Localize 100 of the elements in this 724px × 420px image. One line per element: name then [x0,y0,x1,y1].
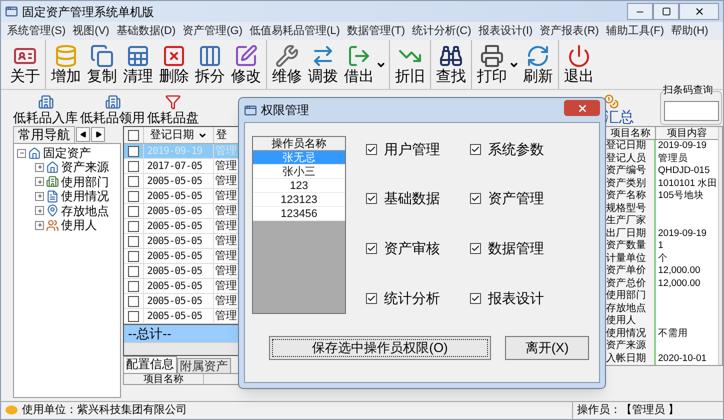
grid-row[interactable]: 2005-05-05 管理 [124,294,238,309]
barcode-input[interactable] [664,101,719,121]
row-checkbox[interactable] [128,220,139,232]
permission-checkbox[interactable]: 资产审核 [366,240,440,258]
checkbox[interactable] [470,144,481,154]
nav-tab[interactable]: 常用导航 [13,126,75,143]
permission-checkbox[interactable]: 用户管理 [366,140,440,158]
row-checkbox[interactable] [128,310,139,322]
checkbox[interactable] [366,292,377,304]
checkbox[interactable] [366,193,377,204]
grid-row[interactable]: 2005-05-05 管理 [124,234,238,249]
window-title: 固定资产管理系统单机版 [22,4,154,20]
operator-item[interactable]: 123 [253,179,345,193]
row-checkbox[interactable] [128,160,139,172]
save-button[interactable]: 保存选中操作员权限(O) [269,336,491,360]
toolbar-button[interactable]: 打印 [475,40,519,88]
check-icon [471,194,480,204]
horizontal-scrollbar[interactable] [124,342,238,355]
tree-toggle[interactable] [35,162,44,172]
row-checkbox[interactable] [128,176,139,186]
vertical-scrollbar[interactable] [718,127,722,365]
leave-button[interactable]: 离开(X) [505,336,589,360]
grid-row[interactable]: 2005-05-05 管理 [124,204,238,219]
operator-item[interactable]: 123456 [253,207,345,221]
checkbox[interactable] [470,243,481,254]
toolbar-button[interactable]: 折旧 [393,40,427,88]
menu-item[interactable]: 辅助工具(F) [606,22,664,40]
toolbar-button[interactable]: 借出 [342,40,386,88]
tree-toggle[interactable] [17,148,26,158]
header-checkbox[interactable] [128,130,139,140]
checkbox[interactable] [470,193,481,204]
grid-row[interactable]: 2005-05-05 管理 [124,189,238,204]
permission-checkbox[interactable]: 报表设计 [470,289,544,308]
row-checkbox[interactable] [128,296,139,306]
menu-item[interactable]: 基础数据(D) [116,22,176,40]
grid-row[interactable]: 2005-05-05 管理 [124,219,238,234]
toolbar-button[interactable]: 刷新 [521,40,555,88]
tree-item[interactable]: 使用情况 [61,189,109,204]
menu-item[interactable]: 数据管理(T) [346,22,406,40]
right-arrow-button[interactable] [91,127,105,142]
menu-item[interactable]: 视图(V) [72,22,110,40]
maximize-button[interactable] [653,3,679,20]
checkbox[interactable] [470,292,481,304]
tree-toggle[interactable] [35,177,44,186]
toolbar-button[interactable]: 清理 [121,40,155,88]
toolbar-button[interactable]: 修改 [229,40,263,88]
tree-item[interactable]: 存放地点 [61,204,109,218]
tree-toggle[interactable] [35,206,44,216]
tree-item[interactable]: 资产来源 [61,160,109,174]
column-header[interactable]: 登记日期 [144,127,214,143]
bottom-tab[interactable]: 配置信息 [123,356,177,373]
left-arrow-button[interactable] [76,127,90,142]
checkbox[interactable] [366,243,377,254]
tree-item[interactable]: 使用人 [61,218,97,232]
permission-checkbox[interactable]: 数据管理 [470,240,544,258]
row-checkbox[interactable] [128,206,139,216]
grid-row[interactable]: 2017-07-05 管理 [124,159,238,174]
row-checkbox[interactable] [128,280,139,292]
toolbar-button[interactable]: 关于 [8,40,42,88]
permission-checkbox[interactable]: 系统参数 [470,140,544,158]
toolbar-button[interactable]: 查找 [434,40,468,88]
checkbox[interactable] [366,144,377,154]
menu-item[interactable]: 统计分析(C) [412,22,472,40]
menu-item[interactable]: 低值易耗品管理(L) [250,22,340,40]
tree-toggle[interactable] [35,220,44,230]
row-checkbox[interactable] [128,266,139,276]
toolbar-button[interactable]: 拆分 [193,40,227,88]
row-checkbox[interactable] [128,146,139,156]
tree-item[interactable]: 使用部门 [61,174,109,189]
toolbar-button[interactable]: 维修 [270,40,304,88]
menu-item[interactable]: 系统管理(S) [7,22,66,40]
grid-row[interactable]: 2005-05-05 管理 [124,264,238,279]
tree-toggle[interactable] [35,192,44,201]
operator-item[interactable]: 123123 [253,193,345,207]
toolbar-button[interactable]: 调拨 [306,40,340,88]
grid-row[interactable]: 2005-05-05 管理 [124,249,238,264]
column-header[interactable]: 登 [214,127,238,143]
toolbar-button[interactable]: 退出 [562,40,596,88]
row-checkbox[interactable] [128,190,139,202]
grid-row[interactable]: 2005-05-05 管理 [124,174,238,189]
quick-button[interactable]: 低耗品盘 [147,94,199,126]
permission-checkbox[interactable]: 统计分析 [366,289,440,308]
menu-item[interactable]: 帮助(H) [671,22,708,40]
menu-item[interactable]: 报表设计(I) [478,22,533,40]
row-checkbox[interactable] [128,236,139,246]
toolbar-button[interactable]: 删除 [157,40,191,88]
permission-checkbox[interactable]: 资产管理 [470,190,544,208]
tree-item[interactable]: 固定资产 [43,146,91,160]
menu-item[interactable]: 资产管理(G) [182,22,243,40]
toolbar-button[interactable]: 增加 [49,40,83,88]
close-button[interactable] [679,3,719,20]
permission-checkbox[interactable]: 基础数据 [366,190,440,208]
operator-item[interactable]: 张小三 [253,165,345,179]
bottom-tab[interactable]: 附属资产 [177,358,231,373]
grid-row[interactable]: 2005-05-05 管理 [124,279,238,294]
quick-button[interactable]: 低耗品领用 [80,94,145,126]
quick-button[interactable]: 低耗品入库 [13,94,78,126]
toolbar-button[interactable]: 复制 [85,40,119,88]
row-checkbox[interactable] [128,250,139,262]
menu-item[interactable]: 资产报表(R) [540,22,599,40]
